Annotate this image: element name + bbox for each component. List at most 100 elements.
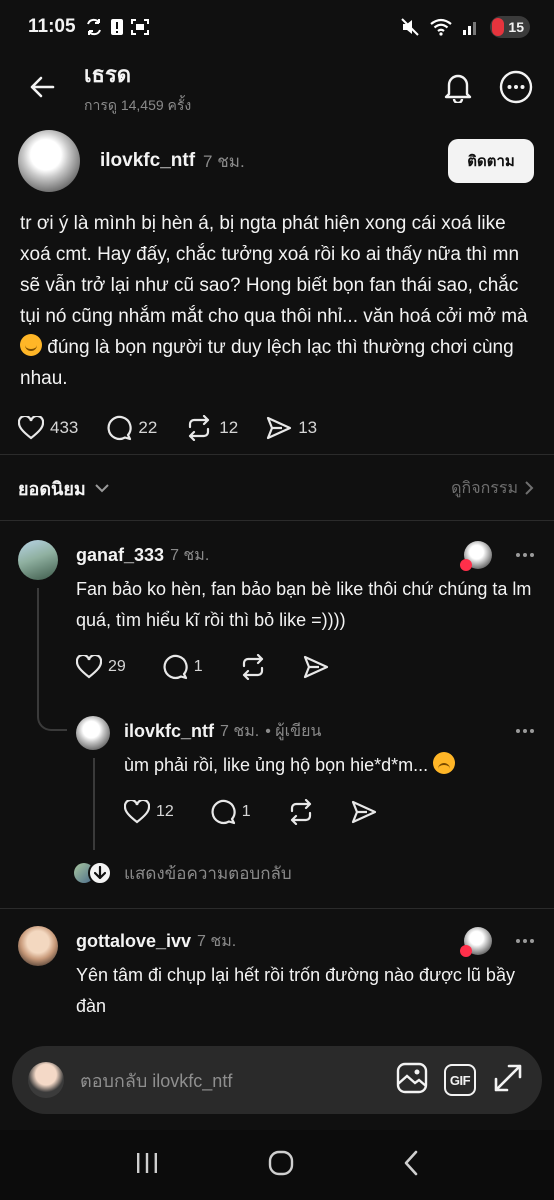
reply-reply-button[interactable]: 1 — [210, 799, 251, 825]
repost-icon — [290, 799, 311, 825]
comment-text: Fan bảo ko hèn, fan bảo bạn bè like thôi… — [76, 579, 532, 630]
comment-reply-button[interactable]: 1 — [162, 654, 203, 680]
share-button[interactable]: 13 — [266, 416, 317, 440]
gif-button[interactable]: GIF — [444, 1064, 476, 1096]
share-count: 13 — [298, 418, 318, 437]
like-count: 433 — [50, 418, 79, 437]
comment-like-count: 29 — [108, 658, 126, 675]
reply-timestamp: 7 ชม. — [220, 722, 260, 740]
comment-item: ganaf_333 7 ชม. Fan bảo ko hèn, fan bảo … — [0, 540, 554, 688]
image-icon — [396, 1062, 428, 1093]
wifi-icon — [430, 18, 452, 36]
heart-badge-icon — [460, 559, 472, 571]
comment-button[interactable]: 22 — [106, 415, 157, 441]
send-icon — [303, 655, 328, 679]
replies-sort-bar: ยอดนิยม ดูกิจกรรม — [0, 468, 554, 508]
divider — [0, 454, 554, 455]
sort-dropdown[interactable]: ยอดนิยม — [18, 474, 110, 503]
alert-icon — [110, 19, 123, 35]
recent-apps-icon — [137, 1152, 157, 1173]
comment-username[interactable]: ganaf_333 — [76, 545, 164, 566]
comment-text: Yên tâm đi chụp lại hết rồi trốn đường n… — [76, 965, 515, 1016]
heart-icon — [124, 800, 150, 824]
comment-bubble-icon — [211, 799, 236, 825]
page-title: เธรด — [84, 62, 132, 87]
chevron-right-icon — [525, 481, 534, 495]
divider — [0, 520, 554, 521]
repost-icon — [242, 654, 263, 680]
sync-icon — [86, 18, 101, 36]
comment-more-button[interactable] — [516, 939, 534, 943]
comment-more-button[interactable] — [516, 553, 534, 557]
system-nav-bar — [0, 1130, 554, 1200]
arrow-down-badge — [88, 861, 112, 885]
post-actions: 433 22 12 13 — [0, 408, 554, 448]
heart-icon — [76, 655, 102, 679]
show-replies-link[interactable]: แสดงข้อความตอบกลับ — [74, 858, 292, 888]
author-liked-badge — [460, 927, 492, 957]
reply-avatar[interactable] — [76, 716, 110, 750]
attach-image-button[interactable] — [396, 1062, 428, 1099]
heart-icon — [18, 416, 44, 440]
nav-back-button[interactable] — [402, 1150, 420, 1181]
post-author-username[interactable]: ilovkfc_ntf — [100, 150, 195, 172]
follow-button[interactable]: ติดตาม — [448, 139, 534, 183]
current-user-avatar — [28, 1062, 64, 1098]
comment-like-button[interactable]: 29 — [76, 655, 126, 679]
view-activity-link[interactable]: ดูกิจกรรม — [451, 476, 534, 501]
send-icon — [351, 800, 376, 824]
author-tag: • ผู้เขียน — [265, 722, 322, 740]
thread-header: เธรด การดู 14,459 ครั้ง — [0, 54, 554, 120]
thread-connector — [37, 588, 39, 713]
comment-share-button[interactable] — [303, 655, 329, 679]
divider — [0, 908, 554, 909]
heart-badge-icon — [460, 945, 472, 957]
disappointed-emoji-icon — [433, 752, 456, 774]
reply-input-placeholder[interactable]: ตอบกลับ ilovkfc_ntf — [80, 1066, 232, 1095]
post-author-avatar[interactable] — [18, 130, 80, 192]
comment-item: gottalove_ivv 7 ชม. Yên tâm đi chụp lại … — [0, 926, 554, 1022]
status-time: 11:05 — [28, 16, 76, 37]
more-options-button[interactable] — [498, 69, 534, 105]
reply-repost-button[interactable] — [287, 799, 315, 825]
reply-like-count: 12 — [156, 803, 174, 820]
gif-label: GIF — [449, 1072, 471, 1088]
comment-avatar[interactable] — [18, 540, 58, 580]
back-button[interactable] — [20, 65, 64, 109]
reply-composer[interactable]: ตอบกลับ ilovkfc_ntf GIF — [12, 1046, 542, 1114]
home-button[interactable] — [268, 1150, 294, 1181]
view-count: การดู 14,459 ครั้ง — [84, 97, 192, 113]
reply-share-button[interactable] — [351, 800, 377, 824]
show-replies-label: แสดงข้อความตอบกลับ — [124, 863, 292, 883]
reply-like-button[interactable]: 12 — [124, 800, 174, 824]
comment-avatar[interactable] — [18, 926, 58, 966]
battery-level — [492, 18, 504, 36]
reply-username[interactable]: ilovkfc_ntf — [124, 721, 214, 742]
reply-actions: 12 1 — [124, 791, 534, 833]
mute-icon — [401, 18, 419, 36]
comment-reply-count: 1 — [193, 658, 203, 675]
repost-button[interactable]: 12 — [185, 415, 238, 441]
arrow-down-icon — [94, 866, 106, 880]
expand-icon — [494, 1064, 522, 1091]
view-activity-label: ดูกิจกรรม — [451, 479, 518, 497]
recent-apps-button[interactable] — [134, 1151, 160, 1180]
comment-bubble-icon — [107, 415, 133, 441]
comment-count: 22 — [138, 418, 158, 437]
notifications-button[interactable] — [440, 69, 476, 105]
repost-count: 12 — [219, 418, 239, 437]
expand-composer-button[interactable] — [492, 1062, 524, 1099]
signal-icon — [463, 22, 476, 35]
sort-label: ยอดนิยม — [18, 478, 86, 499]
main-post: ilovkfc_ntf 7 ชม. ติดตาม tr ơi ý là mình… — [0, 120, 554, 448]
comment-username[interactable]: gottalove_ivv — [76, 931, 191, 952]
reply-reply-count: 1 — [241, 803, 251, 820]
bell-icon — [444, 74, 472, 103]
reply-more-button[interactable] — [516, 729, 534, 733]
home-icon — [268, 1150, 294, 1175]
reply-text-content: ùm phải rồi, like ủng hộ bọn hie*d*m... — [124, 755, 434, 775]
like-button[interactable]: 433 — [18, 416, 78, 440]
send-icon — [267, 416, 292, 440]
comment-timestamp: 7 ชม. — [197, 932, 237, 950]
comment-repost-button[interactable] — [239, 654, 267, 680]
